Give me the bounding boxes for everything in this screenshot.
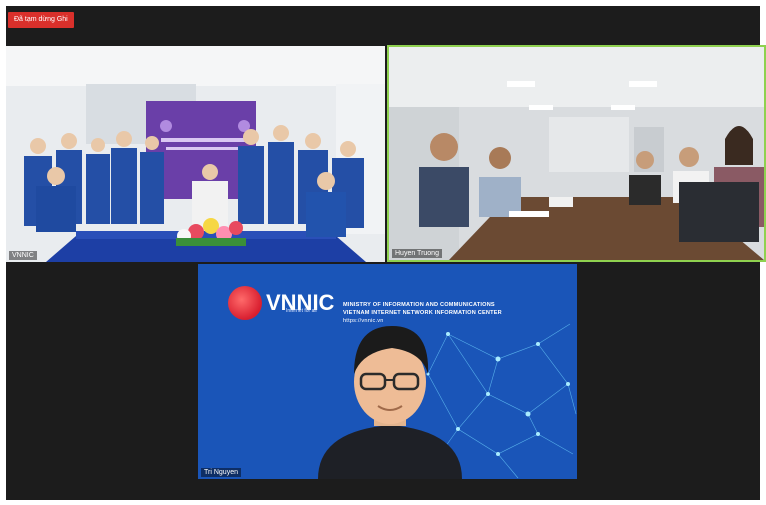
- recording-status-badge[interactable]: Đã tạm dừng Ghi: [8, 12, 74, 28]
- organization-info: MINISTRY OF INFORMATION AND COMMUNICATIO…: [343, 301, 502, 325]
- participant-video-frame: [6, 46, 385, 262]
- participant-name-label: Tri Nguyen: [201, 468, 241, 477]
- video-conference-window: Đã tạm dừng Ghi VNNIC Huyen Truong VNNIC…: [6, 6, 766, 500]
- logo-tagline: Internet for all: [286, 308, 317, 314]
- participant-name-label: Huyen Truong: [392, 249, 442, 258]
- participant-name-label: VNNIC: [9, 251, 37, 260]
- globe-icon: [228, 286, 262, 320]
- vnnic-logo: VNNIC: [228, 286, 334, 320]
- participant-tile-vnnic[interactable]: VNNIC: [6, 46, 385, 262]
- participant-tile-huyen-truong[interactable]: Huyen Truong: [387, 45, 766, 262]
- participant-video-frame: [389, 47, 764, 260]
- org-line-center: VIETNAM INTERNET NETWORK INFORMATION CEN…: [343, 310, 502, 316]
- org-line-ministry: MINISTRY OF INFORMATION AND COMMUNICATIO…: [343, 302, 495, 308]
- org-url: https://vnnic.vn: [343, 318, 384, 324]
- participant-tile-tri-nguyen[interactable]: VNNIC Internet for all MINISTRY OF INFOR…: [198, 264, 577, 479]
